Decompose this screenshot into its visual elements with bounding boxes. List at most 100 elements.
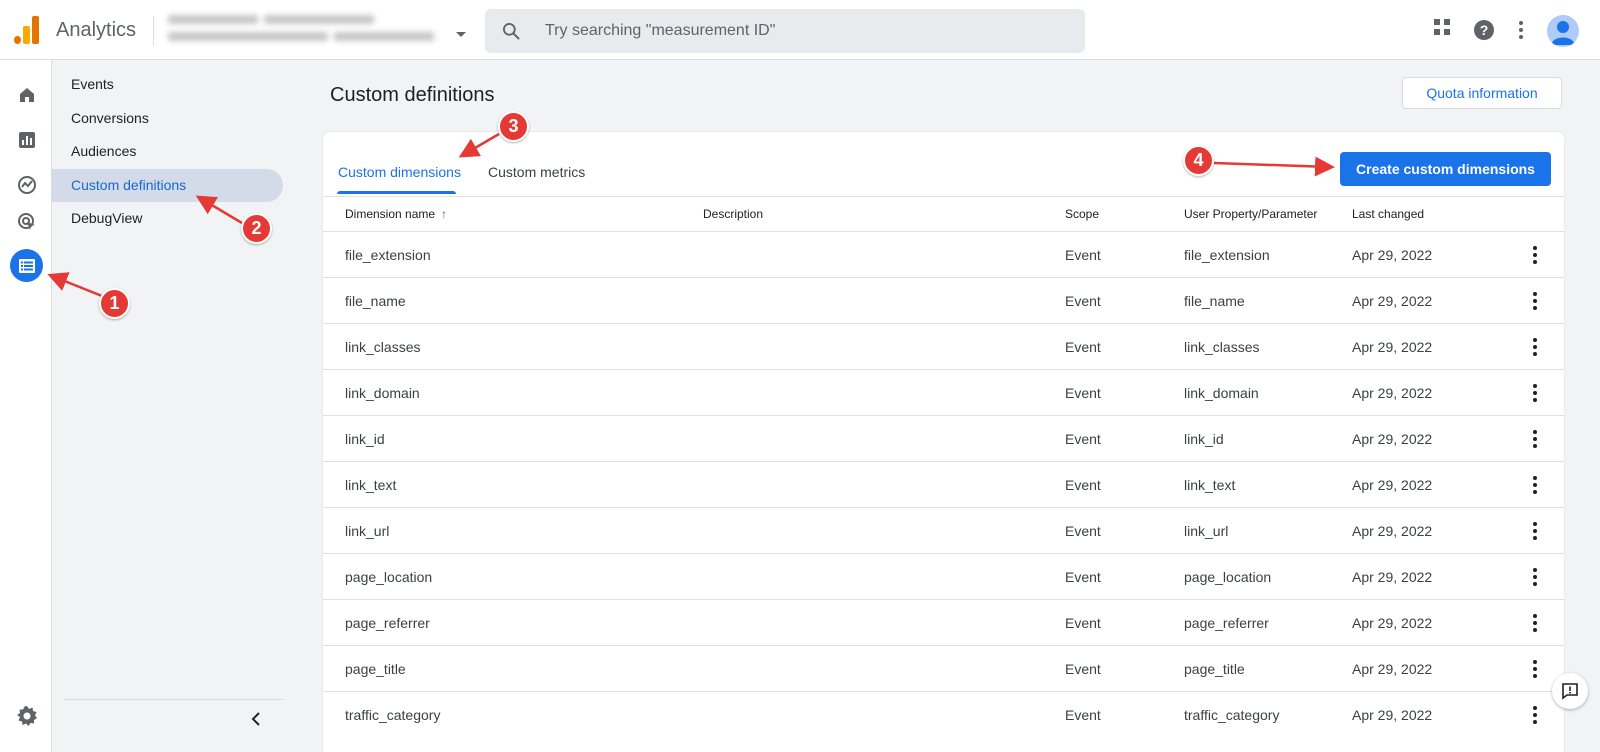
cell-scope: Event [1065,431,1101,447]
table-row[interactable]: page_title Event page_title Apr 29, 2022 [323,645,1564,691]
cell-dimension-name: link_domain [345,385,420,401]
table-row[interactable]: file_name Event file_name Apr 29, 2022 [323,277,1564,323]
cell-dimension-name: file_extension [345,247,431,263]
annotation-badge-1: 1 [99,288,130,319]
help-icon[interactable]: ? [1474,20,1494,40]
table-row[interactable]: page_location Event page_location Apr 29, 2… [323,553,1564,599]
cell-dimension-name: link_classes [345,339,421,355]
chevron-left-icon[interactable] [250,711,262,727]
subnav-item-events[interactable]: Events [52,68,283,101]
more-vert-icon[interactable] [1519,21,1523,39]
avatar[interactable] [1547,15,1579,47]
cell-parameter: page_title [1184,661,1245,677]
table-row[interactable]: link_classes Event link_classes Apr 29, 202… [323,323,1564,369]
tab-custom-dimensions[interactable]: Custom dimensions [338,164,461,180]
cell-scope: Event [1065,707,1101,723]
top-app-bar: Analytics ? [0,0,1600,60]
cell-last-changed: Apr 29, 2022 [1352,339,1433,355]
analytics-logo[interactable] [14,16,40,44]
cell-dimension-name: page_referrer [345,615,430,631]
search-bar[interactable] [485,9,1085,53]
cell-dimension-name: page_location [345,569,433,585]
subnav-item-custom-definitions[interactable]: Custom definitions [52,169,283,202]
app-title: Analytics [56,19,137,41]
more-vert-icon[interactable] [1533,706,1537,724]
quota-information-button[interactable]: Quota information [1402,77,1562,109]
column-header-dimension-name[interactable]: Dimension name ↑ [345,207,447,221]
tab-custom-metrics[interactable]: Custom metrics [488,164,585,180]
explore-icon[interactable] [10,168,43,201]
cell-last-changed: Apr 29, 2022 [1352,707,1433,723]
subnav-item-conversions[interactable]: Conversions [52,102,283,135]
custom-definitions-card: Custom dimensions Custom metrics Create … [322,131,1565,752]
configure-icon[interactable] [10,249,43,282]
more-vert-icon[interactable] [1533,568,1537,586]
user-icon [1551,21,1575,45]
search-input[interactable] [545,19,1065,43]
annotation-badge-2: 2 [241,213,272,244]
cell-parameter: link_url [1184,523,1229,539]
arrow-up-icon[interactable]: ↑ [441,207,447,221]
cell-last-changed: Apr 29, 2022 [1352,615,1433,631]
table-row[interactable]: link_url Event link_url Apr 29, 2022 [323,507,1564,553]
chevron-down-icon[interactable] [456,32,466,37]
page-title: Custom definitions [330,84,495,106]
cell-last-changed: Apr 29, 2022 [1352,431,1433,447]
cell-dimension-name: link_id [345,431,385,447]
subnav-item-audiences[interactable]: Audiences [52,135,283,168]
more-vert-icon[interactable] [1533,246,1537,264]
table-row[interactable]: file_extension Event file_extension Apr 29,… [323,231,1564,277]
column-header-parameter[interactable]: User Property/Parameter [1184,207,1317,221]
cell-last-changed: Apr 29, 2022 [1352,385,1433,401]
annotation-badge-4: 4 [1183,145,1214,176]
cell-parameter: link_classes [1184,339,1260,355]
more-vert-icon[interactable] [1533,476,1537,494]
table-row[interactable]: link_domain Event link_domain Apr 29, 2022 [323,369,1564,415]
cell-parameter: page_location [1184,569,1272,585]
feedback-icon [1562,683,1578,700]
cell-parameter: link_text [1184,477,1236,493]
cell-last-changed: Apr 29, 2022 [1352,523,1433,539]
cell-scope: Event [1065,293,1101,309]
table-row[interactable]: page_referrer Event page_referrer Apr 29, 2… [323,599,1564,645]
more-vert-icon[interactable] [1533,430,1537,448]
cell-parameter: file_extension [1184,247,1270,263]
create-custom-dimensions-button[interactable]: Create custom dimensions [1340,152,1551,186]
cell-last-changed: Apr 29, 2022 [1352,477,1433,493]
annotation-badge-3: 3 [498,111,529,142]
more-vert-icon[interactable] [1533,614,1537,632]
more-vert-icon[interactable] [1533,660,1537,678]
cell-parameter: link_domain [1184,385,1259,401]
table-row[interactable]: traffic_category Event traffic_category Apr… [323,691,1564,737]
cell-parameter: link_id [1184,431,1224,447]
more-vert-icon[interactable] [1533,338,1537,356]
settings-icon[interactable] [10,699,43,732]
account-selector[interactable] [168,12,440,48]
cell-dimension-name: page_title [345,661,406,677]
cell-scope: Event [1065,339,1101,355]
more-vert-icon[interactable] [1533,292,1537,310]
cell-dimension-name: link_url [345,523,390,539]
cell-scope: Event [1065,247,1101,263]
more-vert-icon[interactable] [1533,522,1537,540]
cell-scope: Event [1065,615,1101,631]
cell-last-changed: Apr 29, 2022 [1352,247,1433,263]
cell-parameter: page_referrer [1184,615,1269,631]
cell-dimension-name: file_name [345,293,406,309]
apps-grid-icon[interactable] [1433,18,1451,36]
column-header-description[interactable]: Description [703,207,763,221]
reports-icon[interactable] [10,123,43,156]
table-row[interactable]: link_id Event link_id Apr 29, 2022 [323,415,1564,461]
home-icon[interactable] [10,78,43,111]
cell-last-changed: Apr 29, 2022 [1352,293,1433,309]
more-vert-icon[interactable] [1533,384,1537,402]
svg-text:?: ? [1480,22,1489,38]
tabs-divider [323,196,1564,197]
left-nav-rail [0,60,52,752]
column-header-last-changed[interactable]: Last changed [1352,207,1424,221]
active-tab-indicator [337,191,456,194]
feedback-button[interactable] [1552,673,1588,709]
table-row[interactable]: link_text Event link_text Apr 29, 2022 [323,461,1564,507]
advertising-icon[interactable] [10,205,43,238]
column-header-scope[interactable]: Scope [1065,207,1099,221]
